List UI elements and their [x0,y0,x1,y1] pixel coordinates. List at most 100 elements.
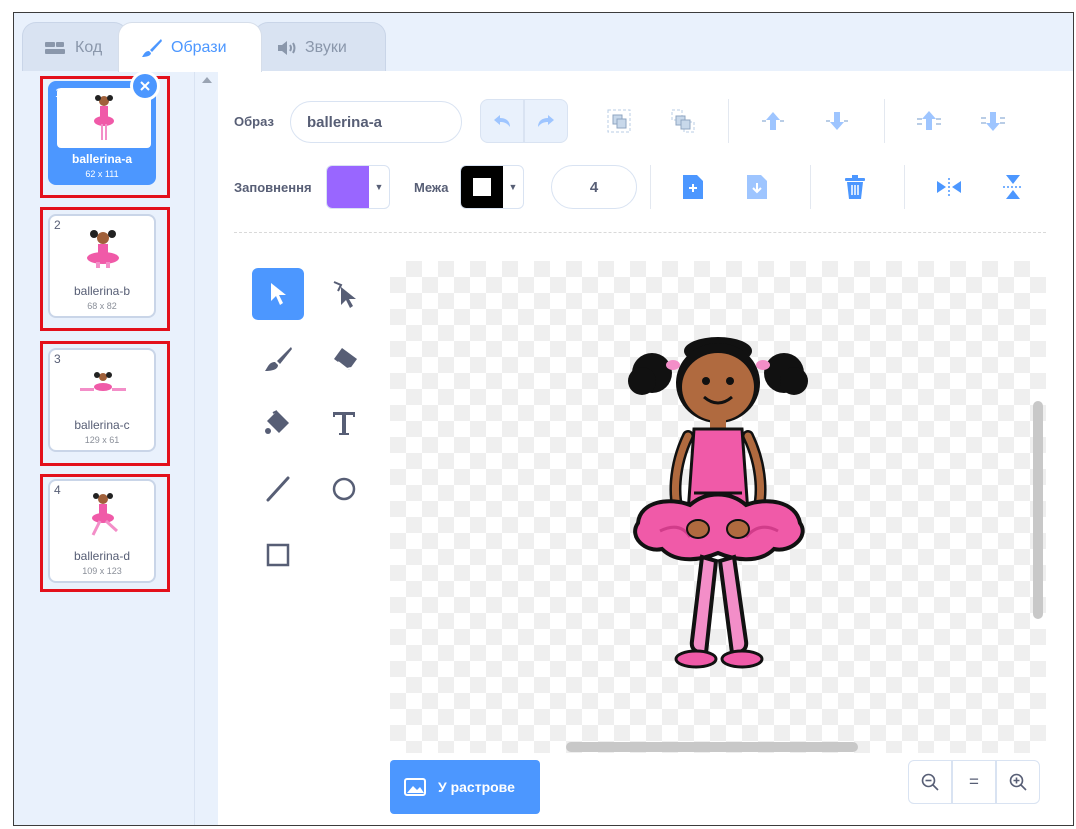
tab-code-label: Код [75,38,103,56]
editor-frame: Код Образи Звуки 1 ballerina-a 62 x 111 [13,12,1074,826]
close-icon [140,81,150,91]
flip-vertical-icon [1003,175,1023,199]
costume-name: ballerina-a [71,152,133,166]
convert-to-bitmap-button[interactable]: У растрове [390,760,540,814]
costume-thumbnail [56,220,150,280]
trash-icon [845,175,865,199]
flip-horizontal-button[interactable] [932,170,966,204]
select-tool[interactable] [252,268,304,320]
ungroup-button[interactable] [666,104,700,138]
paste-button[interactable] [740,170,774,204]
reshape-icon [333,281,356,308]
back-button[interactable] [976,104,1010,138]
delete-costume-button[interactable] [130,71,160,101]
fill-swatch [327,166,369,208]
text-tool[interactable] [318,397,370,449]
toolbar-separator [884,99,885,143]
costume-thumbnail [56,354,150,414]
fill-label: Заповнення [234,180,312,195]
zoom-out-button[interactable] [908,760,952,804]
flip-horizontal-icon [937,178,961,196]
paint-editor: Образ ballerina-a Заповнення ▼ Межа ▼ 4 … [218,71,1073,825]
reshape-tool[interactable] [318,268,370,320]
redo-icon [538,115,554,127]
costume-item[interactable]: 2 ballerina-b 68 x 82 [48,214,156,318]
ballerina-costume [628,337,808,669]
delete-button[interactable] [838,170,872,204]
costume-name-input[interactable]: ballerina-a [290,101,462,143]
outline-color-picker[interactable]: ▼ [460,165,524,209]
tab-sounds[interactable]: Звуки [254,22,386,72]
forward-button[interactable] [756,104,790,138]
line-icon [266,476,290,502]
arrow-up-icon [762,112,784,130]
group-button[interactable] [602,104,636,138]
rectangle-tool[interactable] [252,529,304,581]
code-icon [45,41,65,54]
tab-bar: Код Образи Звуки [14,13,1073,72]
costume-thumbnail [56,485,150,545]
backward-button[interactable] [820,104,854,138]
fill-color-picker[interactable]: ▼ [326,165,390,209]
costume-name: ballerina-b [73,284,131,298]
costume-list: 1 ballerina-a 62 x 111 2 ballerina-b 68 … [14,71,194,825]
canvas-vertical-scrollbar[interactable] [1033,401,1043,619]
costume-size: 129 x 61 [84,435,120,445]
tab-code[interactable]: Код [22,22,128,72]
redo-button[interactable] [524,99,568,143]
pointer-icon [271,283,286,305]
arrow-down-icon [826,112,848,130]
toolbar-separator [650,165,651,209]
ungroup-icon [671,109,695,133]
fill-tool[interactable] [252,397,304,449]
costume-item[interactable]: 3 ballerina-c 129 x 61 [48,348,156,452]
costume-size: 109 x 123 [82,566,122,576]
zoom-in-button[interactable] [996,760,1040,804]
eraser-tool[interactable] [318,333,370,385]
group-icon [607,109,631,133]
costume-number: 2 [54,218,61,232]
front-button[interactable] [912,104,946,138]
circle-icon [332,477,356,501]
toolbar-separator [728,99,729,143]
undo-icon [494,115,510,127]
paste-icon [747,175,767,199]
rectangle-icon [266,543,290,567]
brush-tool[interactable] [252,333,304,385]
tab-costumes[interactable]: Образи [118,22,262,72]
costume-size: 68 x 82 [87,301,117,311]
image-icon [404,778,426,796]
chevron-down-icon: ▼ [374,182,384,192]
costume-list-scrollbar[interactable] [194,71,218,825]
speaker-icon [278,40,296,55]
costume-size: 62 x 111 [85,169,119,179]
costume-number: 1 [55,86,62,100]
outline-label: Межа [414,180,449,195]
costume-item[interactable]: 4 ballerina-d 109 x 123 [48,479,156,583]
undo-button[interactable] [480,99,524,143]
circle-tool[interactable] [318,463,370,515]
costume-number: 4 [54,483,61,497]
line-tool[interactable] [252,463,304,515]
eraser-icon [334,348,357,371]
zoom-reset-button[interactable]: = [952,760,996,804]
copy-icon [683,175,703,199]
zoom-reset-label: = [969,772,979,791]
scroll-up-icon[interactable] [202,77,212,83]
toolbar-separator [904,165,905,209]
convert-to-bitmap-label: У растрове [438,779,515,795]
toolbar-separator [810,165,811,209]
bring-front-icon [917,111,941,130]
zoom-out-icon [921,773,939,791]
chevron-down-icon: ▼ [508,182,518,192]
canvas-horizontal-scrollbar[interactable] [566,742,858,752]
costume-number: 3 [54,352,61,366]
copy-button[interactable] [676,170,710,204]
costume-name: ballerina-c [74,418,130,432]
costume-label: Образ [234,114,274,129]
flip-vertical-button[interactable] [996,170,1030,204]
paint-canvas[interactable] [390,261,1046,753]
undo-redo-group [480,99,568,143]
outline-width-input[interactable]: 4 [551,165,637,209]
text-icon [333,412,355,435]
